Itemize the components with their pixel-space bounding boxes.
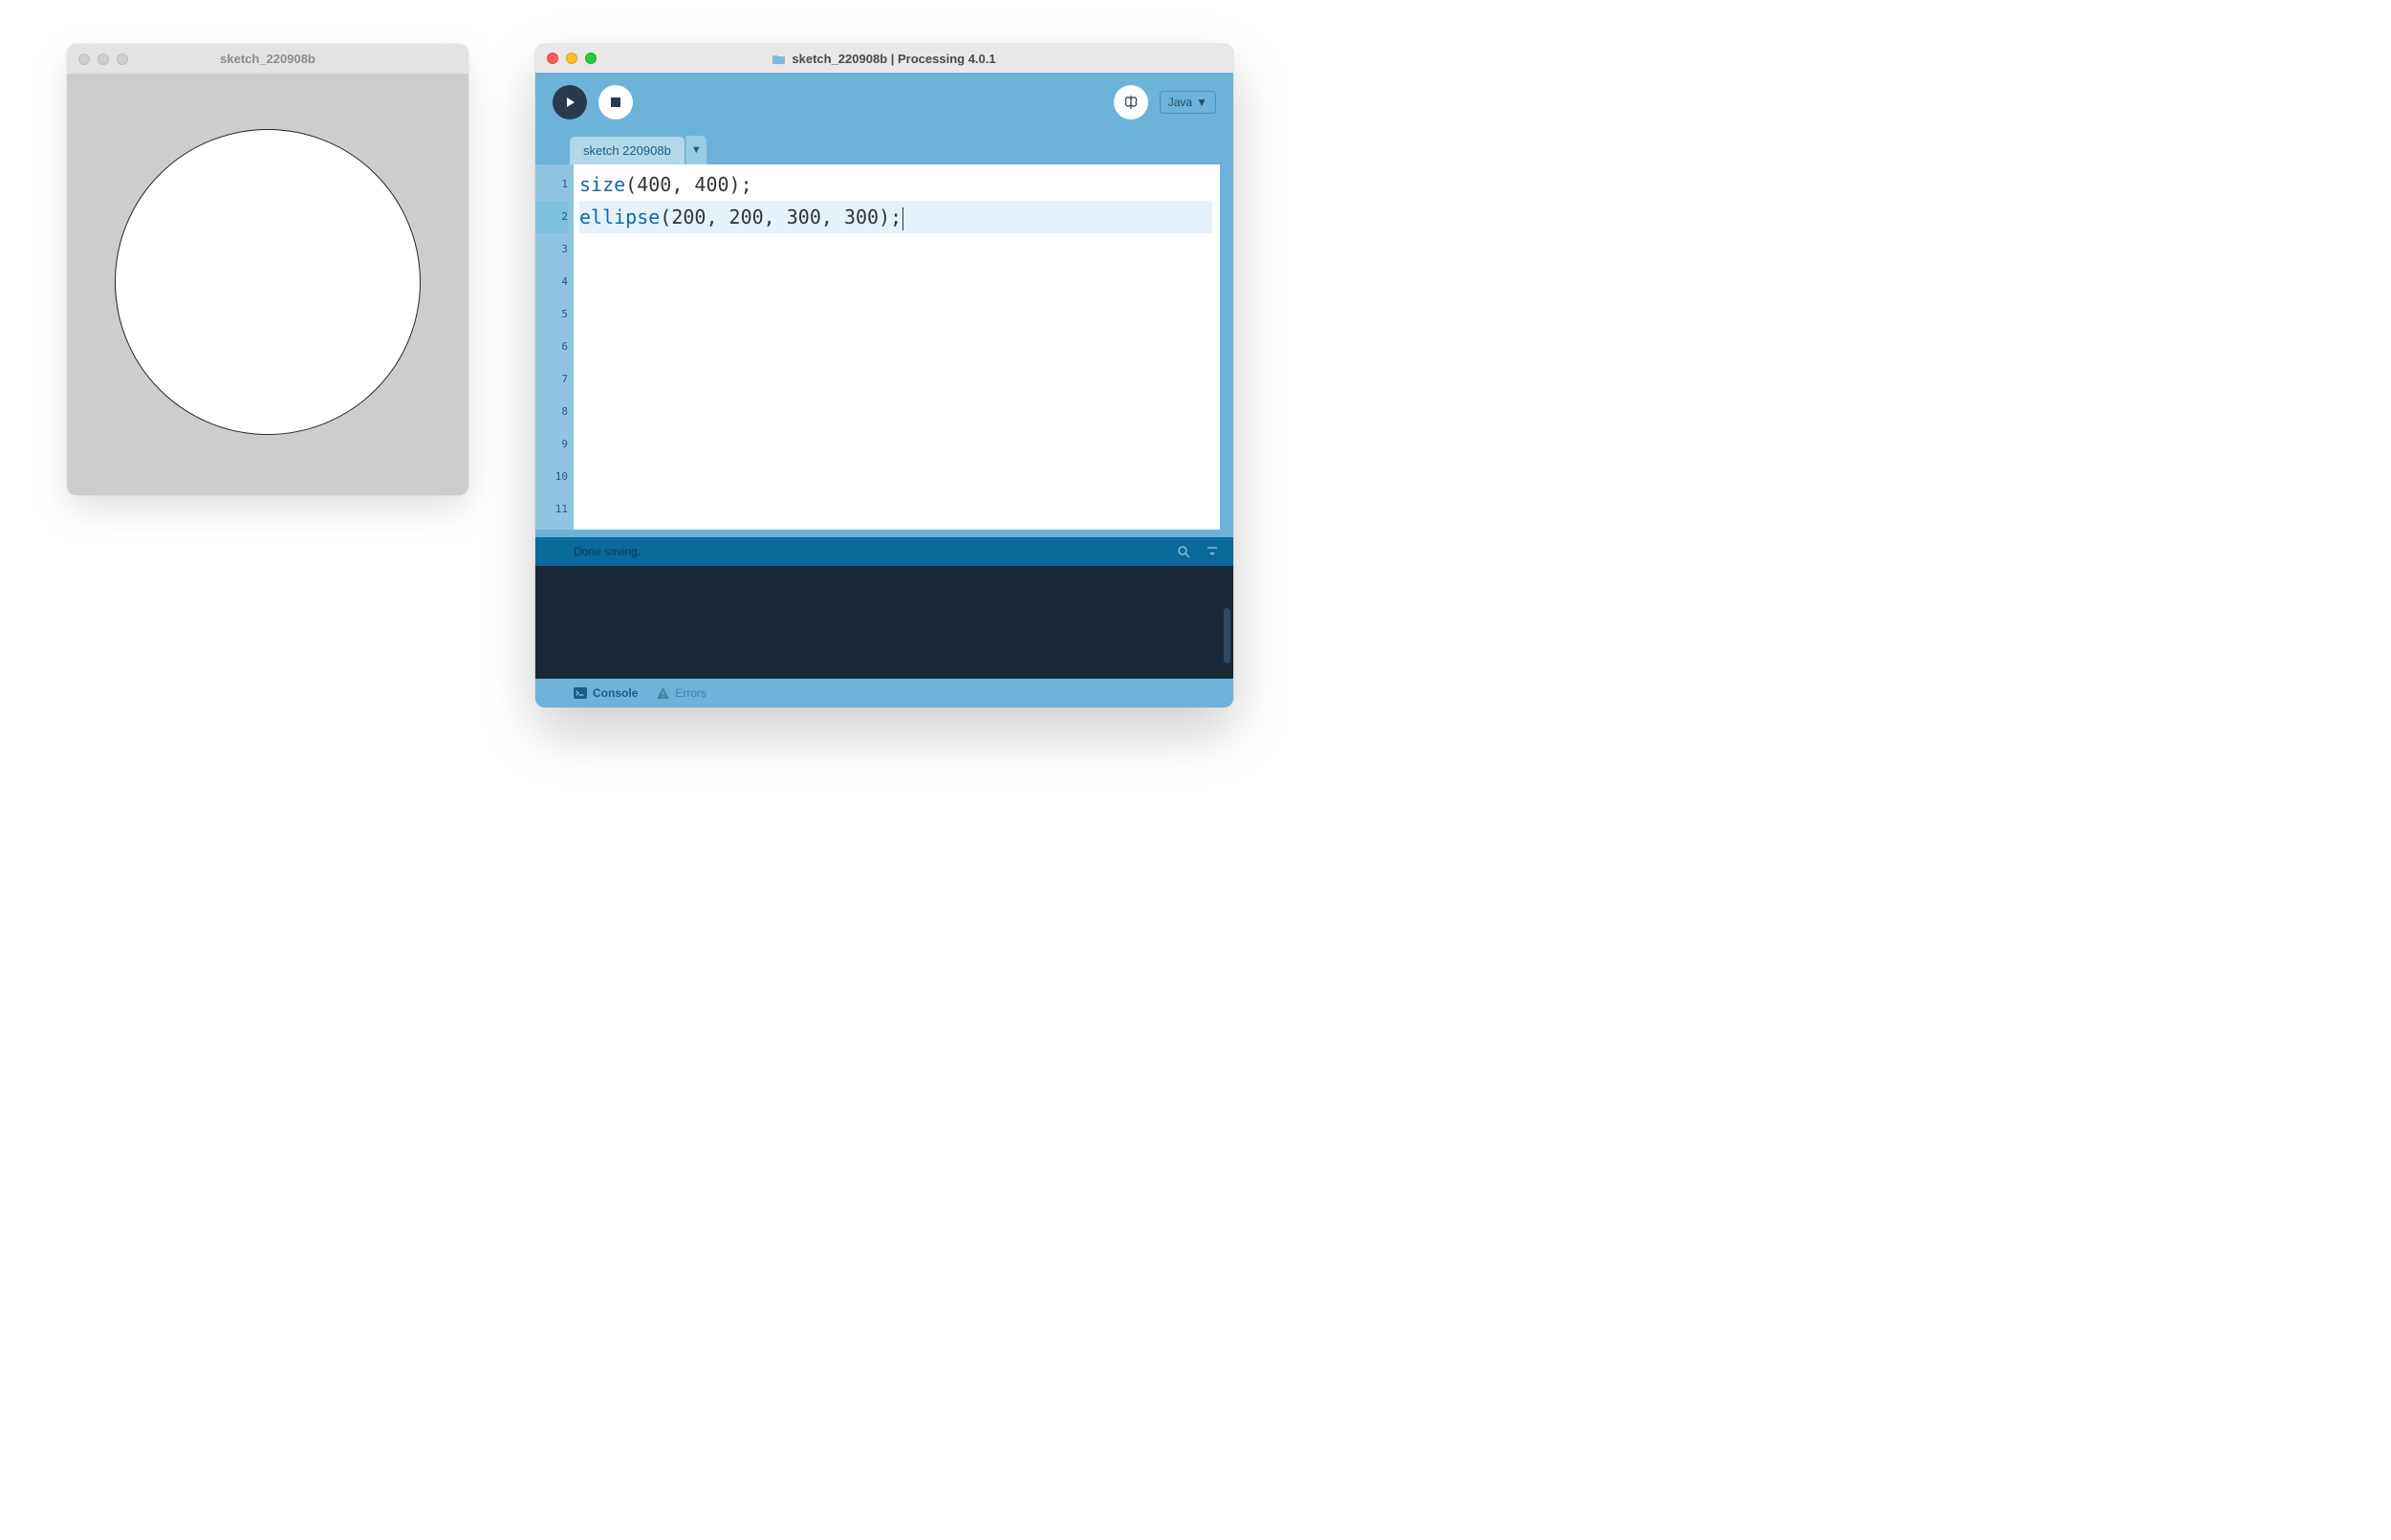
errors-tab[interactable]: Errors bbox=[657, 686, 706, 700]
minimize-icon[interactable] bbox=[98, 54, 109, 65]
close-icon[interactable] bbox=[547, 53, 558, 64]
ide-titlebar[interactable]: sketch_220908b | Processing 4.0.1 bbox=[535, 44, 1233, 73]
line-number: 9 bbox=[535, 428, 568, 461]
mode-selector[interactable]: Java ▼ bbox=[1160, 91, 1216, 114]
line-number: 3 bbox=[535, 233, 568, 266]
sketch-traffic-lights bbox=[78, 54, 128, 65]
stop-icon bbox=[610, 97, 621, 108]
mode-label: Java bbox=[1168, 96, 1192, 109]
code-editor: 1234567891011 size(400, 400);ellipse(200… bbox=[535, 164, 1233, 537]
folder-icon bbox=[772, 54, 786, 64]
code-line[interactable] bbox=[579, 363, 1212, 396]
code-line[interactable] bbox=[579, 233, 1212, 266]
run-button[interactable] bbox=[553, 85, 587, 119]
play-icon bbox=[563, 96, 576, 109]
bottom-tab-bar: Console Errors bbox=[535, 679, 1233, 707]
close-icon[interactable] bbox=[78, 54, 90, 65]
line-number: 6 bbox=[535, 331, 568, 363]
line-number: 10 bbox=[535, 461, 568, 493]
search-icon[interactable] bbox=[1176, 544, 1191, 559]
status-message: Done saving. bbox=[574, 545, 641, 558]
minimize-icon[interactable] bbox=[566, 53, 577, 64]
ellipse-shape bbox=[115, 129, 421, 435]
sketch-tab[interactable]: sketch 220908b bbox=[570, 137, 685, 164]
console-panel[interactable] bbox=[535, 566, 1233, 679]
code-line[interactable] bbox=[579, 493, 1212, 526]
text-cursor bbox=[902, 207, 903, 230]
line-number: 4 bbox=[535, 266, 568, 298]
collapse-icon[interactable] bbox=[1205, 544, 1220, 559]
maximize-icon[interactable] bbox=[585, 53, 597, 64]
code-line[interactable] bbox=[579, 396, 1212, 428]
sketch-titlebar[interactable]: sketch_220908b bbox=[67, 44, 468, 75]
tab-dropdown-button[interactable]: ▼ bbox=[685, 136, 706, 164]
chevron-down-icon: ▼ bbox=[691, 144, 702, 156]
line-number: 8 bbox=[535, 396, 568, 428]
ide-window-title: sketch_220908b | Processing 4.0.1 bbox=[535, 52, 1233, 66]
console-tab[interactable]: Console bbox=[574, 686, 638, 700]
code-area[interactable]: size(400, 400);ellipse(200, 200, 300, 30… bbox=[574, 164, 1220, 530]
line-number-gutter: 1234567891011 bbox=[535, 164, 574, 530]
line-number: 5 bbox=[535, 298, 568, 331]
code-line[interactable] bbox=[579, 266, 1212, 298]
scrollbar[interactable] bbox=[1224, 608, 1230, 663]
stop-button[interactable] bbox=[598, 85, 633, 119]
ide-tab-bar: sketch 220908b ▼ bbox=[535, 132, 1233, 164]
maximize-icon[interactable] bbox=[117, 54, 128, 65]
code-line[interactable] bbox=[579, 298, 1212, 331]
debug-button[interactable] bbox=[1114, 85, 1148, 119]
line-number: 1 bbox=[535, 168, 568, 201]
code-line[interactable] bbox=[579, 331, 1212, 363]
butterfly-icon bbox=[1122, 94, 1140, 111]
ide-toolbar: Java ▼ bbox=[535, 73, 1233, 132]
code-line[interactable]: size(400, 400); bbox=[579, 168, 1212, 201]
line-number: 11 bbox=[535, 493, 568, 526]
status-bar: Done saving. bbox=[535, 537, 1233, 566]
code-line[interactable] bbox=[579, 461, 1212, 493]
line-number: 2 bbox=[535, 201, 568, 233]
chevron-down-icon: ▼ bbox=[1196, 96, 1207, 109]
warning-icon bbox=[657, 687, 669, 699]
code-line[interactable]: ellipse(200, 200, 300, 300); bbox=[579, 201, 1212, 233]
terminal-icon bbox=[574, 687, 587, 699]
line-number: 7 bbox=[535, 363, 568, 396]
code-line[interactable] bbox=[579, 428, 1212, 461]
processing-ide-window: sketch_220908b | Processing 4.0.1 bbox=[535, 44, 1233, 707]
sketch-canvas bbox=[67, 75, 468, 495]
sketch-output-window: sketch_220908b bbox=[67, 44, 468, 495]
ide-traffic-lights bbox=[547, 53, 597, 64]
